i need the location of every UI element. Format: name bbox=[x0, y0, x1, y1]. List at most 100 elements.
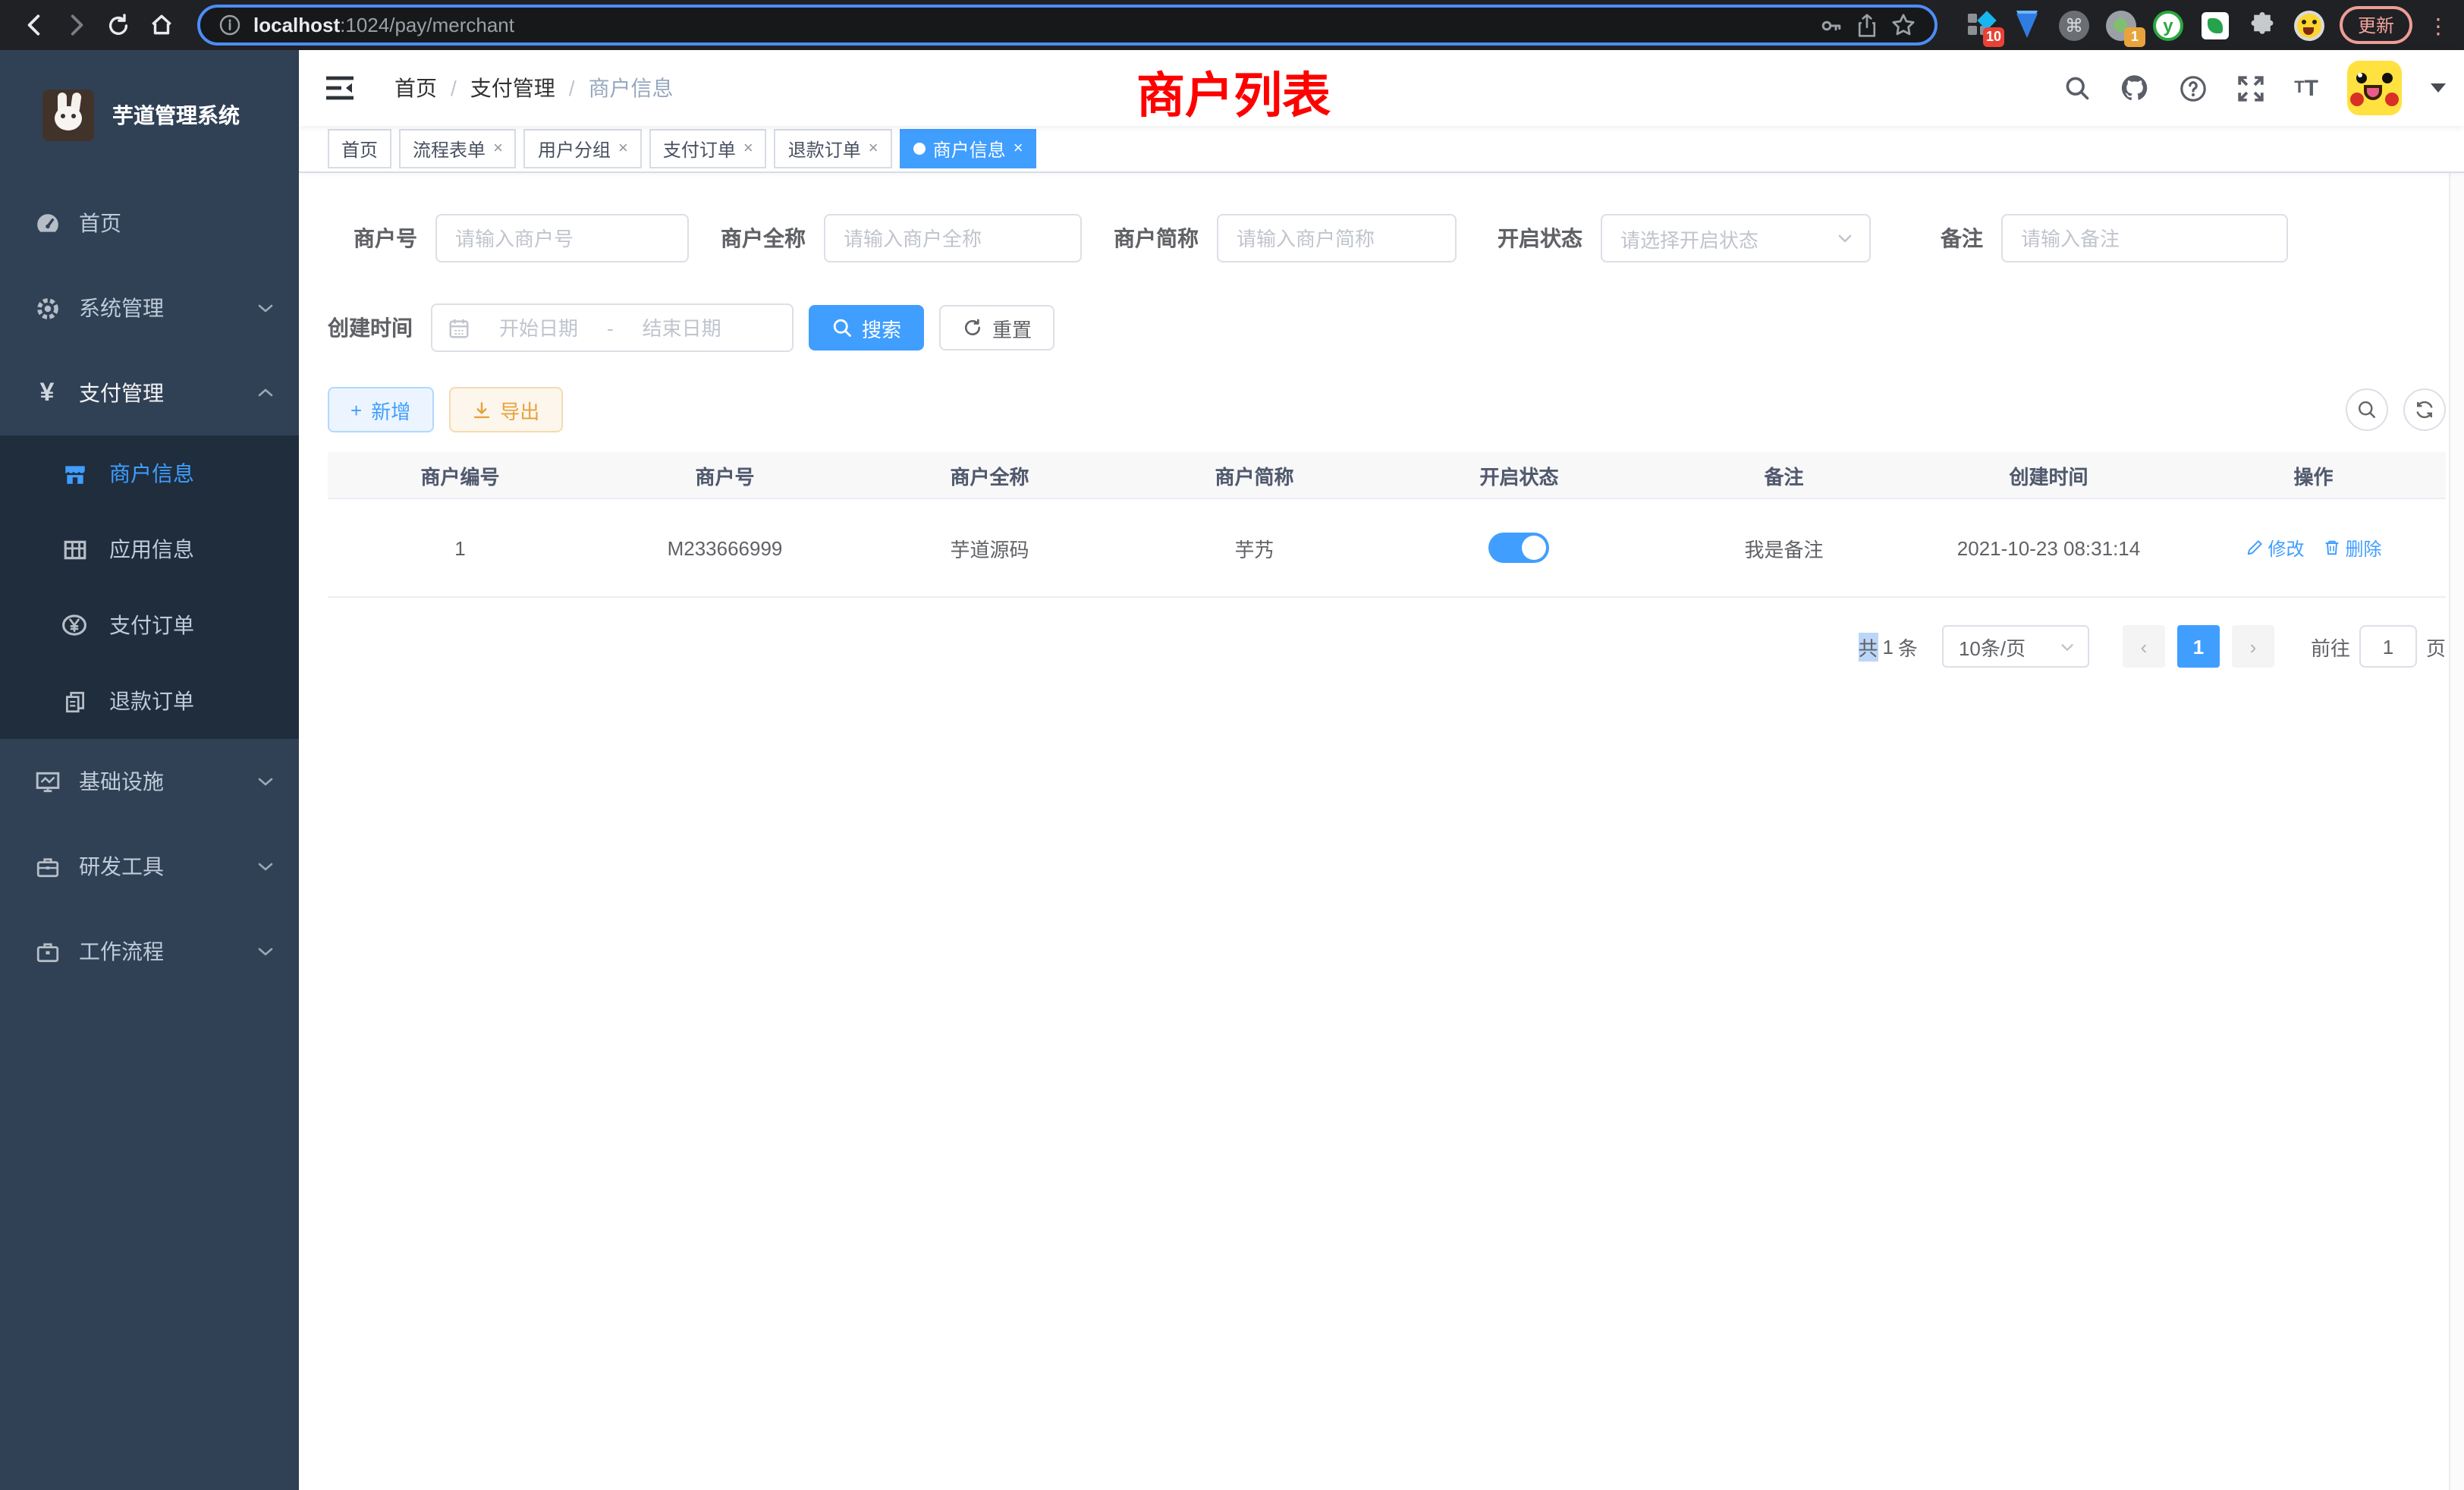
sidebar-item-system[interactable]: 系统管理 bbox=[0, 266, 299, 350]
goto-page-input[interactable] bbox=[2359, 625, 2417, 668]
total-prefix: 共 bbox=[1858, 632, 1878, 661]
column-header: 商户号 bbox=[592, 461, 857, 489]
gear-icon bbox=[33, 294, 61, 322]
sidebar-item-devtools[interactable]: 研发工具 bbox=[0, 824, 299, 909]
font-size-icon[interactable]: TT bbox=[2294, 75, 2318, 101]
tab-user-group[interactable]: 用户分组 × bbox=[524, 129, 642, 168]
sidebar-item-home[interactable]: 首页 bbox=[0, 181, 299, 266]
refresh-icon bbox=[2414, 399, 2435, 420]
gem-extension-icon[interactable] bbox=[2012, 10, 2042, 40]
tab-pay-order[interactable]: 支付订单 × bbox=[649, 129, 767, 168]
export-button[interactable]: 导出 bbox=[448, 387, 562, 432]
next-page-button[interactable]: › bbox=[2232, 625, 2274, 668]
chevron-down-icon bbox=[256, 942, 275, 960]
close-icon[interactable]: × bbox=[743, 140, 753, 158]
sidebar-item-merchant-info[interactable]: 商户信息 bbox=[0, 435, 299, 511]
chrome-update-button[interactable]: 更新 bbox=[2340, 6, 2412, 44]
page-unit-label: 页 bbox=[2426, 632, 2446, 661]
sidebar-item-payment[interactable]: ¥ 支付管理 bbox=[0, 350, 299, 435]
page-info-icon[interactable] bbox=[218, 14, 241, 36]
cell-merchant-id: 1 bbox=[328, 536, 592, 559]
merchant-short-input[interactable] bbox=[1217, 214, 1457, 262]
chevron-down-icon bbox=[256, 772, 275, 791]
sidebar-item-refund-order[interactable]: 退款订单 bbox=[0, 663, 299, 739]
page-1-button[interactable]: 1 bbox=[2177, 625, 2220, 668]
reset-button[interactable]: 重置 bbox=[939, 305, 1054, 350]
y-extension-icon[interactable]: y bbox=[2153, 10, 2183, 40]
tabs-manager-extension-icon[interactable]: 10 bbox=[1965, 10, 1995, 40]
refresh-table-button[interactable] bbox=[2403, 388, 2446, 431]
forward-icon[interactable] bbox=[58, 7, 94, 43]
sidebar-item-app-info[interactable]: 应用信息 bbox=[0, 511, 299, 587]
filter-row-1: 商户号 商户全称 商户简称 开启状态 请选择开启状态 备注 bbox=[328, 214, 2446, 262]
timer-extension-icon[interactable]: 1 bbox=[2106, 10, 2136, 40]
header-search-icon[interactable] bbox=[2063, 74, 2091, 102]
tab-merchant-info[interactable]: 商户信息 × bbox=[900, 129, 1037, 168]
top-navbar: 首页 / 支付管理 / 商户信息 bbox=[299, 50, 2464, 126]
status-toggle[interactable] bbox=[1489, 533, 1550, 563]
filter-row-2: 创建时间 - 搜索 重置 bbox=[328, 303, 2446, 352]
app-title: 芋道管理系统 bbox=[112, 100, 240, 130]
sidebar-item-pay-order[interactable]: 支付订单 bbox=[0, 587, 299, 663]
merchant-no-label: 商户号 bbox=[354, 223, 417, 253]
dashboard-icon bbox=[33, 209, 61, 237]
delete-link[interactable]: 删除 bbox=[2323, 535, 2382, 561]
browser-menu-icon[interactable]: ⋮ bbox=[2428, 17, 2449, 33]
extensions-puzzle-icon[interactable] bbox=[2247, 10, 2277, 40]
add-button[interactable]: + 新增 bbox=[328, 387, 433, 432]
window-scrollbar-gutter[interactable] bbox=[2449, 50, 2464, 1490]
close-icon[interactable]: × bbox=[493, 140, 503, 158]
share-icon[interactable] bbox=[1856, 13, 1878, 37]
back-icon[interactable] bbox=[15, 7, 52, 43]
tab-home[interactable]: 首页 bbox=[328, 129, 391, 168]
fullscreen-icon[interactable] bbox=[2236, 74, 2265, 102]
prev-page-button[interactable]: ‹ bbox=[2123, 625, 2165, 668]
hide-search-button[interactable] bbox=[2346, 388, 2388, 431]
address-bar[interactable]: localhost:1024/pay/merchant bbox=[197, 5, 1938, 46]
breadcrumb-home[interactable]: 首页 bbox=[394, 73, 437, 103]
tab-refund-order[interactable]: 退款订单 × bbox=[775, 129, 892, 168]
cell-full-name: 芋道源码 bbox=[857, 533, 1122, 562]
help-icon[interactable] bbox=[2179, 74, 2208, 102]
documents-icon bbox=[61, 687, 88, 715]
close-icon[interactable]: × bbox=[618, 140, 628, 158]
page-size-select[interactable]: 10条/页 bbox=[1942, 625, 2089, 668]
sidebar-item-label: 基础设施 bbox=[79, 766, 256, 797]
avatar-caret-icon[interactable] bbox=[2431, 83, 2446, 93]
notes-extension-icon[interactable] bbox=[2200, 10, 2230, 40]
sidebar-item-label: 系统管理 bbox=[79, 293, 256, 323]
merchant-no-input[interactable] bbox=[435, 214, 689, 262]
search-button[interactable]: 搜索 bbox=[809, 305, 924, 350]
command-extension-icon[interactable]: ⌘ bbox=[2059, 10, 2089, 40]
profile-emoji-icon[interactable] bbox=[2294, 10, 2324, 40]
sidebar-fold-icon[interactable] bbox=[325, 73, 355, 103]
chevron-down-icon bbox=[1836, 229, 1854, 247]
url-path: :1024/pay/merchant bbox=[340, 14, 514, 36]
page-content: 商户号 商户全称 商户简称 开启状态 请选择开启状态 备注 bbox=[299, 173, 2464, 668]
create-time-range-picker[interactable]: - bbox=[431, 303, 794, 352]
close-icon[interactable]: × bbox=[869, 140, 878, 158]
merchant-name-input[interactable] bbox=[824, 214, 1082, 262]
edit-link[interactable]: 修改 bbox=[2245, 535, 2304, 561]
breadcrumb-section[interactable]: 支付管理 bbox=[470, 73, 555, 103]
column-header: 商户全称 bbox=[857, 461, 1122, 489]
status-select[interactable]: 请选择开启状态 bbox=[1601, 214, 1871, 262]
remark-input[interactable] bbox=[2001, 214, 2288, 262]
reset-button-label: 重置 bbox=[992, 313, 1032, 342]
home-icon[interactable] bbox=[143, 7, 179, 43]
sidebar-logo[interactable]: 芋道管理系统 bbox=[0, 50, 299, 181]
reload-icon[interactable] bbox=[100, 7, 137, 43]
status-label: 开启状态 bbox=[1498, 223, 1582, 253]
close-icon[interactable]: × bbox=[1014, 140, 1023, 158]
bookmark-star-icon[interactable] bbox=[1890, 12, 1916, 38]
sidebar-item-infrastructure[interactable]: 基础设施 bbox=[0, 739, 299, 824]
password-key-icon[interactable] bbox=[1819, 13, 1843, 37]
tab-process-form[interactable]: 流程表单 × bbox=[399, 129, 517, 168]
sidebar-item-workflow[interactable]: 工作流程 bbox=[0, 909, 299, 994]
end-date-input[interactable] bbox=[623, 316, 741, 339]
sidebar: 芋道管理系统 首页 系统管理 ¥ 支付管理 bbox=[0, 50, 299, 1490]
github-icon[interactable] bbox=[2120, 73, 2150, 103]
status-select-placeholder: 请选择开启状态 bbox=[1620, 224, 1836, 253]
user-avatar[interactable] bbox=[2347, 61, 2402, 115]
start-date-input[interactable] bbox=[479, 316, 598, 339]
